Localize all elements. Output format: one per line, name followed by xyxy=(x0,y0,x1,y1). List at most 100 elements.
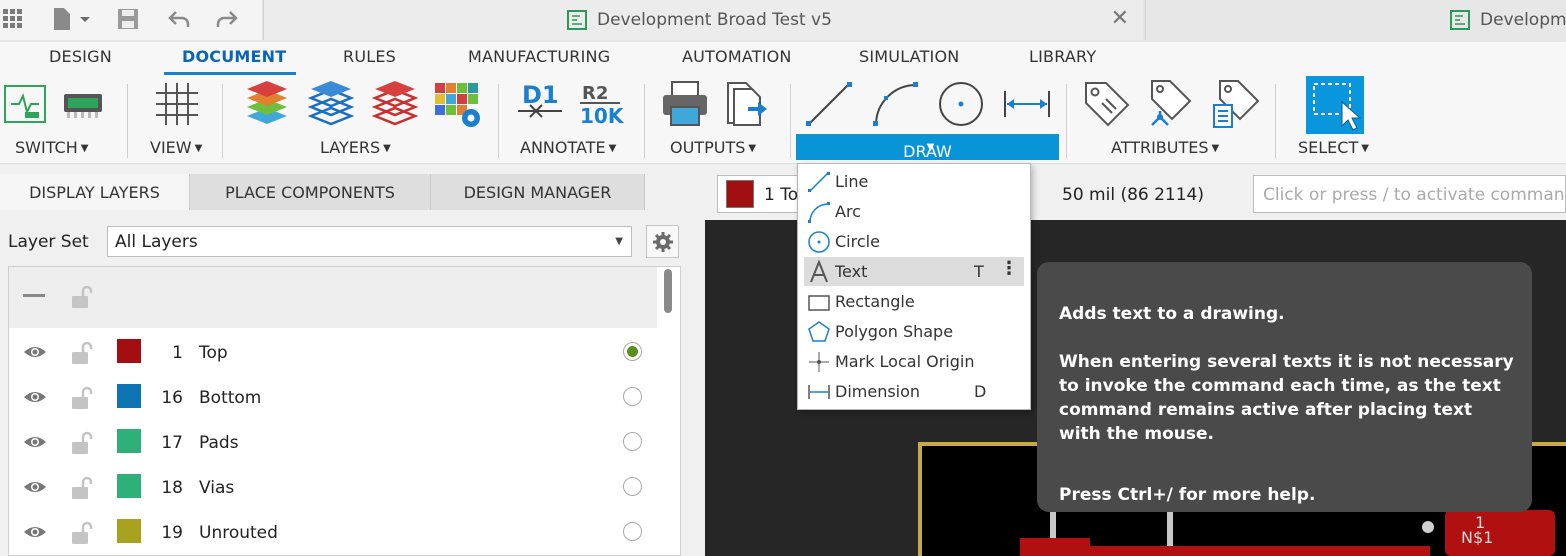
print-button[interactable] xyxy=(660,78,710,130)
visibility-eye-icon[interactable] xyxy=(23,525,47,539)
lock-open-icon[interactable] xyxy=(69,341,93,365)
visibility-eye-icon[interactable] xyxy=(23,480,47,494)
active-layer-radio[interactable] xyxy=(623,432,642,451)
attribute-button[interactable] xyxy=(1082,78,1132,130)
group-label-outputs[interactable]: OUTPUTS ▼ xyxy=(670,138,756,157)
r2-value-label: 10K xyxy=(580,104,625,128)
layer-palette-button[interactable] xyxy=(432,78,482,130)
rectangle-icon xyxy=(808,295,830,311)
menu-item-dimension[interactable]: Dimension D xyxy=(804,377,1024,406)
menu-item-label: Line xyxy=(835,172,869,191)
attribute-tree-button[interactable] xyxy=(1146,78,1196,130)
dimension-icon xyxy=(1004,91,1050,117)
undo-icon[interactable] xyxy=(164,6,194,32)
save-icon[interactable] xyxy=(114,6,142,32)
layer-row[interactable]: 16 Bottom xyxy=(9,374,657,419)
group-label-select[interactable]: SELECT ▼ xyxy=(1298,138,1369,157)
grid-icon xyxy=(156,83,198,125)
app-grid-icon[interactable] xyxy=(0,6,26,32)
layers-blue-button[interactable] xyxy=(306,78,356,130)
visibility-eye-icon[interactable] xyxy=(23,435,47,449)
tab-display-layers[interactable]: DISPLAY LAYERS xyxy=(0,174,190,210)
export-button[interactable] xyxy=(722,78,772,130)
ribbon-tab-design[interactable]: DESIGN xyxy=(49,47,112,66)
ribbon-tab-manufacturing[interactable]: MANUFACTURING xyxy=(468,47,610,66)
select-button[interactable] xyxy=(1306,76,1364,134)
group-label-annotate[interactable]: ANNOTATE ▼ xyxy=(520,138,616,157)
layer-row[interactable]: 19 Unrouted xyxy=(9,509,657,554)
menu-item-arc[interactable]: Arc xyxy=(804,197,1024,226)
switch-to-pcb-button[interactable] xyxy=(58,78,108,130)
layer-set-select[interactable]: All Layers ▼ xyxy=(107,226,632,257)
group-label-attributes[interactable]: ATTRIBUTES ▼ xyxy=(1111,138,1219,157)
menu-item-mark-local-origin[interactable]: Mark Local Origin xyxy=(804,347,1024,376)
file-menu-icon[interactable] xyxy=(48,6,94,32)
select-cursor-icon xyxy=(1313,83,1362,131)
visibility-eye-icon[interactable] xyxy=(23,390,47,404)
group-label-switch[interactable]: SWITCH ▼ xyxy=(15,138,88,157)
more-options-icon[interactable]: ⋮ xyxy=(1000,258,1018,279)
layer-number: 16 xyxy=(161,388,183,408)
ribbon-tab-automation[interactable]: AUTOMATION xyxy=(682,47,792,66)
layer-row[interactable]: 17 Pads xyxy=(9,419,657,464)
name-button[interactable]: D1 xyxy=(514,78,568,130)
schematic-icon xyxy=(4,85,46,123)
value-button[interactable]: R2 10K xyxy=(574,78,628,130)
command-line-input[interactable]: Click or press / to activate command li xyxy=(1253,175,1566,213)
active-layer-radio[interactable] xyxy=(623,477,642,496)
ribbon-tab-rules[interactable]: RULES xyxy=(343,47,396,66)
name-annotate-icon: D1 xyxy=(518,81,562,118)
draw-line-button[interactable] xyxy=(804,78,854,130)
layer-color-swatch[interactable] xyxy=(117,384,141,408)
group-label-view[interactable]: VIEW ▼ xyxy=(150,138,202,157)
layer-list-scrollbar[interactable] xyxy=(664,269,672,313)
layer-settings-button[interactable] xyxy=(242,78,292,130)
draw-circle-button[interactable] xyxy=(936,78,986,130)
menu-item-rectangle[interactable]: Rectangle xyxy=(804,287,1024,316)
active-layer-radio[interactable] xyxy=(623,387,642,406)
layer-settings-gear-button[interactable] xyxy=(646,225,679,258)
draw-arc-button[interactable] xyxy=(870,78,920,130)
redo-icon[interactable] xyxy=(212,6,242,32)
tooltip-help-hint: Press Ctrl+/ for more help. xyxy=(1059,485,1316,505)
active-layer-radio[interactable] xyxy=(623,342,642,361)
group-label-layers[interactable]: LAYERS ▼ xyxy=(320,138,391,157)
collapse-all-icon[interactable] xyxy=(23,294,45,298)
document-tab-active[interactable]: Development Broad Test v5 ✕ xyxy=(263,0,1143,40)
grid-button[interactable] xyxy=(152,78,202,130)
layer-color-swatch[interactable] xyxy=(117,339,141,363)
attribute-report-button[interactable] xyxy=(1210,78,1260,130)
menu-item-polygon[interactable]: Polygon Shape xyxy=(804,317,1024,346)
menu-item-circle[interactable]: Circle xyxy=(804,227,1024,256)
ribbon-tab-document[interactable]: DOCUMENT xyxy=(182,47,286,66)
menu-item-line[interactable]: Line xyxy=(804,167,1024,196)
close-tab-icon[interactable]: ✕ xyxy=(1111,6,1129,31)
visibility-eye-icon[interactable] xyxy=(23,345,47,359)
layers-red-button[interactable] xyxy=(370,78,420,130)
lock-open-icon[interactable] xyxy=(69,431,93,455)
chevron-down-icon: ▼ xyxy=(608,143,617,154)
lock-open-icon[interactable] xyxy=(69,476,93,500)
layer-name: Top xyxy=(199,343,228,363)
layer-number: 1 xyxy=(172,343,183,363)
lock-open-icon[interactable] xyxy=(69,386,93,410)
active-layer-radio[interactable] xyxy=(623,522,642,541)
draw-dimension-button[interactable] xyxy=(1002,78,1052,130)
layer-color-swatch[interactable] xyxy=(117,429,141,453)
annotate-label: ANNOTATE xyxy=(520,138,606,157)
draw-group-button[interactable]: DRAW ▼ xyxy=(796,134,1059,161)
ribbon-tab-simulation[interactable]: SIMULATION xyxy=(859,47,959,66)
layer-row[interactable]: 1 Top xyxy=(9,329,657,374)
menu-item-text[interactable]: Text T ⋮ xyxy=(804,257,1024,286)
layer-color-swatch[interactable] xyxy=(117,519,141,543)
tab-design-manager[interactable]: DESIGN MANAGER xyxy=(431,174,645,210)
lock-open-icon[interactable] xyxy=(69,521,93,545)
lock-all-icon[interactable] xyxy=(69,285,93,309)
tab-place-components[interactable]: PLACE COMPONENTS xyxy=(190,174,431,210)
document-tab-other[interactable]: Developme xyxy=(1145,0,1566,40)
layer-row[interactable]: 18 Vias xyxy=(9,464,657,509)
ribbon-tab-library[interactable]: LIBRARY xyxy=(1029,47,1096,66)
switch-to-schematic-button[interactable] xyxy=(0,78,50,130)
layer-color-swatch[interactable] xyxy=(117,474,141,498)
current-layer-swatch xyxy=(726,180,754,208)
